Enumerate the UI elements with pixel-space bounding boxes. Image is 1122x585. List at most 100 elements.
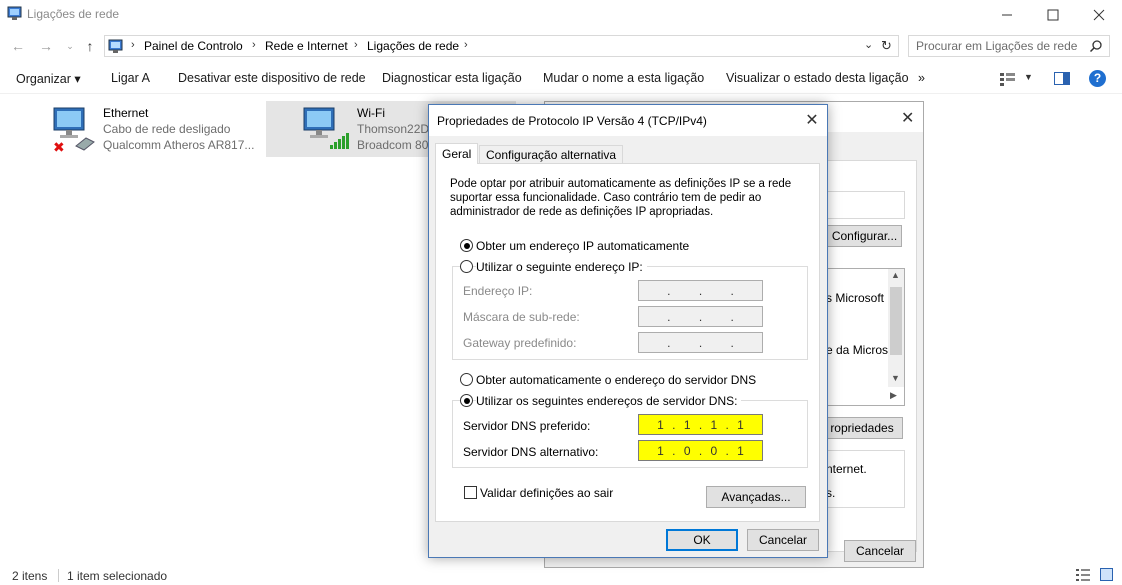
bg-configure-button[interactable]: Configurar... xyxy=(827,225,902,247)
address-bar[interactable]: › Painel de Controlo › Rede e Internet ›… xyxy=(104,35,899,57)
intro-text: Pode optar por atribuir automaticamente … xyxy=(450,178,792,190)
up-arrow-icon[interactable]: ↑ xyxy=(80,37,100,55)
address-dropdown-icon[interactable]: ⌄ xyxy=(864,38,873,51)
help-icon[interactable]: ? xyxy=(1089,70,1106,87)
connect-to-button[interactable]: Ligar A xyxy=(111,71,150,85)
bg-adapter-field xyxy=(821,191,905,219)
network-folder-icon xyxy=(7,6,22,21)
wifi-adapter-icon xyxy=(302,104,354,154)
dns-preferred-octet: 1 xyxy=(657,417,664,432)
bg-list-line: s Microsoft xyxy=(826,291,885,305)
view-status-button[interactable]: Visualizar o estado desta ligação xyxy=(726,71,909,85)
chevron-right-icon[interactable]: ▶ xyxy=(890,390,897,401)
bg-scroll-thumb[interactable] xyxy=(890,287,902,355)
breadcrumb-painel[interactable]: Painel de Controlo xyxy=(144,39,243,53)
bg-cancel-button[interactable]: Cancelar xyxy=(844,540,916,562)
dns-preferred-octet: 1 xyxy=(683,417,691,432)
details-view-icon[interactable] xyxy=(1076,569,1090,584)
large-icons-view-icon[interactable] xyxy=(1100,568,1113,581)
status-divider xyxy=(58,569,59,582)
command-bar: Organizar ▾ Ligar A Desativar este dispo… xyxy=(0,64,1122,94)
dns-alternate-label: Servidor DNS alternativo: xyxy=(463,445,599,459)
bg-close-icon[interactable]: ✕ xyxy=(901,108,914,128)
bg-components-list: s Microsoft e da Microso ▲ ▼ ▶ xyxy=(821,268,905,406)
radio-dns-auto-label[interactable]: Obter automaticamente o endereço do serv… xyxy=(476,373,756,387)
window-title: Ligações de rede xyxy=(27,7,120,21)
breadcrumb-chevron-icon: › xyxy=(464,39,468,51)
bg-properties-button[interactable]: ropriedades xyxy=(821,417,903,439)
tcpipv4-properties-dialog: Propriedades de Protocolo IP Versão 4 (T… xyxy=(428,104,828,558)
radio-ip-manual[interactable] xyxy=(460,260,473,273)
refresh-icon[interactable]: ↻ xyxy=(881,38,892,54)
radio-ip-auto[interactable] xyxy=(460,239,473,252)
view-dropdown-icon[interactable]: ▼ xyxy=(1024,72,1033,82)
dns-alternate-field[interactable]: 1. 0. 0. 1 xyxy=(638,440,763,461)
radio-dns-manual[interactable] xyxy=(460,394,473,407)
breadcrumb-chevron-icon: › xyxy=(252,39,256,51)
preview-pane-icon[interactable] xyxy=(1054,72,1070,88)
rename-button[interactable]: Mudar o nome a esta ligação xyxy=(543,71,704,85)
breadcrumb-ligacoes[interactable]: Ligações de rede xyxy=(367,39,459,53)
subnet-label: Máscara de sub-rede: xyxy=(463,310,580,324)
dns-preferred-octet: 1 xyxy=(737,417,744,432)
svg-text:✖: ✖ xyxy=(53,139,65,154)
chevron-down-icon[interactable]: ▼ xyxy=(891,373,900,383)
ethernet-connection[interactable]: ✖ Ethernet Cabo de rede desligado Qualco… xyxy=(44,102,264,156)
dns-preferred-label: Servidor DNS preferido: xyxy=(463,419,591,433)
validate-label[interactable]: Validar definições ao sair xyxy=(480,486,613,500)
forward-arrow-icon[interactable]: → xyxy=(36,37,56,55)
dialog-close-icon[interactable]: ✕ xyxy=(801,110,823,132)
wifi-adapter: Broadcom 80 xyxy=(357,138,429,152)
radio-ip-auto-label[interactable]: Obter um endereço IP automaticamente xyxy=(476,239,689,253)
status-bar: 2 itens 1 item selecionado xyxy=(0,566,1122,585)
ok-button[interactable]: OK xyxy=(666,529,738,551)
chevron-up-icon[interactable]: ▲ xyxy=(891,270,900,280)
view-options-icon[interactable] xyxy=(1000,72,1016,89)
advanced-button[interactable]: Avançadas... xyxy=(706,486,806,508)
maximize-button[interactable] xyxy=(1030,0,1076,30)
breadcrumb-chevron-icon: › xyxy=(354,39,358,51)
title-bar: Ligações de rede xyxy=(0,0,1122,30)
diagnose-button[interactable]: Diagnosticar esta ligação xyxy=(382,71,522,85)
ip-address-field: ... xyxy=(638,280,763,301)
control-panel-icon xyxy=(108,38,124,54)
intro-text: suportar essa funcionalidade. Caso contr… xyxy=(450,192,762,204)
bg-description-box: nternet. s. xyxy=(821,450,905,508)
selection-count: 1 item selecionado xyxy=(67,569,168,583)
organize-menu[interactable]: Organizar ▾ xyxy=(16,71,81,86)
dns-preferred-octet: 1 xyxy=(710,417,718,432)
dialog-titlebar: Propriedades de Protocolo IP Versão 4 (T… xyxy=(429,105,827,136)
item-count: 2 itens xyxy=(12,569,48,583)
gateway-label: Gateway predefinido: xyxy=(463,336,577,350)
tab-geral[interactable]: Geral xyxy=(435,143,479,164)
radio-dns-auto[interactable] xyxy=(460,373,473,386)
radio-ip-manual-label[interactable]: Utilizar o seguinte endereço IP: xyxy=(476,260,647,274)
dialog-title: Propriedades de Protocolo IP Versão 4 (T… xyxy=(437,114,707,128)
tab-configuracao-alternativa[interactable]: Configuração alternativa xyxy=(479,145,624,163)
tab-panel-geral: Pode optar por atribuir automaticamente … xyxy=(435,163,820,522)
search-box[interactable]: Procurar em Ligações de rede xyxy=(908,35,1110,57)
dns-alternate-octet: 0 xyxy=(683,443,691,458)
cancel-button[interactable]: Cancelar xyxy=(747,529,819,551)
ethernet-adapter: Qualcomm Atheros AR817... xyxy=(103,138,255,152)
more-commands-button[interactable]: » xyxy=(918,71,925,85)
intro-text: administrador de rede as definições IP a… xyxy=(450,206,714,218)
search-icon[interactable] xyxy=(1089,39,1103,56)
gateway-field: ... xyxy=(638,332,763,353)
minimize-button[interactable] xyxy=(984,0,1030,30)
disable-device-button[interactable]: Desativar este dispositivo de rede xyxy=(178,71,366,85)
recent-dropdown-icon[interactable]: ⌄ xyxy=(60,37,80,55)
validate-checkbox[interactable] xyxy=(464,486,477,499)
close-window-button[interactable] xyxy=(1076,0,1122,30)
search-placeholder: Procurar em Ligações de rede xyxy=(916,39,1078,53)
dns-preferred-field[interactable]: 1. 1. 1. 1 xyxy=(638,414,763,435)
wifi-ssid: Thomson22D xyxy=(357,122,430,136)
back-arrow-icon[interactable]: ← xyxy=(8,37,28,55)
ethernet-adapter-icon: ✖ xyxy=(48,104,100,155)
ip-address-label: Endereço IP: xyxy=(463,284,533,298)
dns-alternate-octet: 1 xyxy=(737,443,744,458)
breadcrumb-rede-internet[interactable]: Rede e Internet xyxy=(265,39,348,53)
radio-dns-manual-label[interactable]: Utilizar os seguintes endereços de servi… xyxy=(476,394,742,408)
bg-description-line: nternet. xyxy=(826,462,867,476)
wifi-name: Wi-Fi xyxy=(357,106,385,120)
